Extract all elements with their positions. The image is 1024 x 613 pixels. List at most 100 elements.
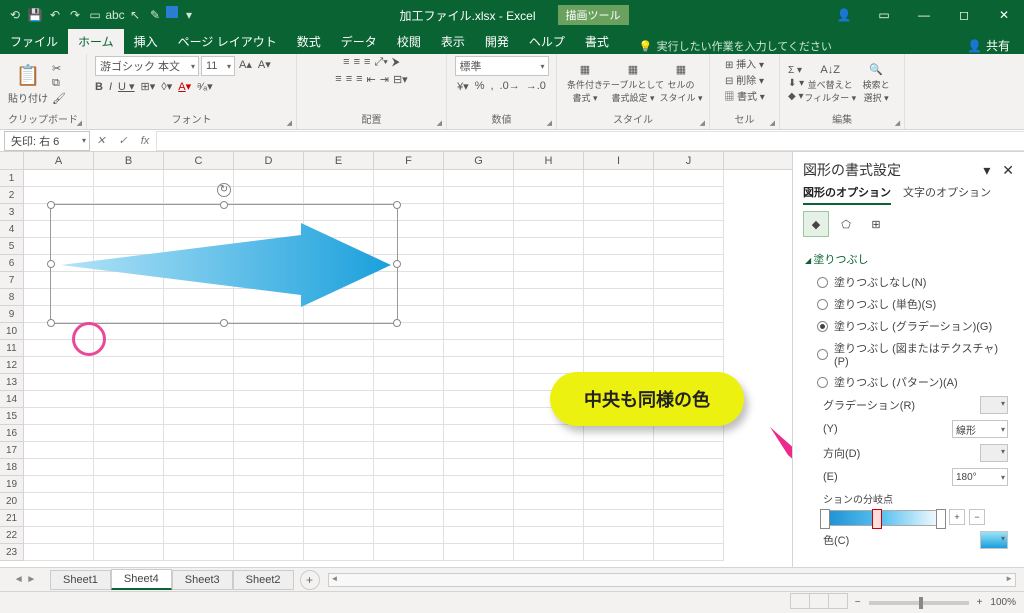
sheet-tab[interactable]: Sheet2 <box>233 570 294 590</box>
cell[interactable] <box>304 476 374 493</box>
cell[interactable] <box>234 340 304 357</box>
insert-cells-button[interactable]: ⊞ 挿入 ▾ <box>725 56 764 71</box>
cut-icon[interactable]: ✂ <box>52 62 66 75</box>
number-format-combo[interactable]: 標準 <box>455 56 549 76</box>
cell[interactable] <box>94 408 164 425</box>
cell[interactable] <box>444 425 514 442</box>
cell[interactable] <box>94 442 164 459</box>
cell[interactable] <box>584 306 654 323</box>
col-header[interactable]: I <box>584 152 654 169</box>
fill-gradient-radio[interactable]: 塗りつぶし (グラデーション)(G) <box>805 315 1012 337</box>
arrow-shape[interactable] <box>61 223 391 307</box>
cell[interactable] <box>514 493 584 510</box>
cell[interactable] <box>304 340 374 357</box>
cell[interactable] <box>444 323 514 340</box>
cell[interactable] <box>654 442 724 459</box>
cell[interactable] <box>584 272 654 289</box>
orientation-icon[interactable]: ⤢▾ <box>374 56 387 69</box>
cell[interactable] <box>234 357 304 374</box>
fx-icon[interactable]: fx <box>134 135 156 147</box>
cell[interactable] <box>654 476 724 493</box>
dec-dec-icon[interactable]: →.0 <box>526 80 546 93</box>
row-header[interactable]: 18 <box>0 459 24 476</box>
tab-dev[interactable]: 開発 <box>475 29 519 54</box>
cell[interactable] <box>164 527 234 544</box>
row-header[interactable]: 8 <box>0 289 24 306</box>
cell[interactable] <box>234 408 304 425</box>
painter-icon[interactable]: 🖌 <box>52 92 66 105</box>
grow-font-icon[interactable]: A▴ <box>237 56 254 76</box>
fill-down-icon[interactable]: ⬇ ▾ <box>788 78 804 89</box>
row-header[interactable]: 22 <box>0 527 24 544</box>
cell[interactable] <box>24 544 94 561</box>
row-header[interactable]: 2 <box>0 187 24 204</box>
cell[interactable] <box>234 442 304 459</box>
horizontal-scrollbar[interactable] <box>328 573 1017 587</box>
tab-layout[interactable]: ページ レイアウト <box>168 29 287 54</box>
cell[interactable] <box>654 340 724 357</box>
row-header[interactable]: 15 <box>0 408 24 425</box>
save-icon[interactable]: 💾 <box>26 6 44 24</box>
cell[interactable] <box>654 544 724 561</box>
cell[interactable] <box>304 425 374 442</box>
cell[interactable] <box>234 170 304 187</box>
cell[interactable] <box>24 442 94 459</box>
cond-format-button[interactable]: ▦条件付き 書式 ▾ <box>565 63 605 104</box>
copy-icon[interactable]: ⧉ <box>52 77 66 90</box>
cell[interactable] <box>234 527 304 544</box>
tab-shape-options[interactable]: 図形のオプション <box>803 184 891 205</box>
cancel-fx-icon[interactable]: ✕ <box>90 134 112 147</box>
cell[interactable] <box>514 442 584 459</box>
cell[interactable] <box>374 408 444 425</box>
cell[interactable] <box>444 187 514 204</box>
cell[interactable] <box>94 476 164 493</box>
cell[interactable] <box>24 527 94 544</box>
cell[interactable] <box>374 544 444 561</box>
cell[interactable] <box>164 493 234 510</box>
cell[interactable] <box>514 459 584 476</box>
cell[interactable] <box>234 425 304 442</box>
tab-insert[interactable]: 挿入 <box>124 29 168 54</box>
row-header[interactable]: 20 <box>0 493 24 510</box>
row-header[interactable]: 13 <box>0 374 24 391</box>
font-size-combo[interactable]: 11 <box>201 56 235 76</box>
cell[interactable] <box>514 255 584 272</box>
pointer-icon[interactable]: ↖ <box>126 6 144 24</box>
row-header[interactable]: 16 <box>0 425 24 442</box>
autosum-icon[interactable]: Σ ▾ <box>788 65 804 76</box>
remove-stop-button[interactable]: − <box>969 509 985 525</box>
formula-input[interactable] <box>156 131 1024 151</box>
cell[interactable] <box>654 425 724 442</box>
cell[interactable] <box>304 187 374 204</box>
undo-icon[interactable]: ↶ <box>46 6 64 24</box>
cell[interactable] <box>374 391 444 408</box>
row-header[interactable]: 9 <box>0 306 24 323</box>
cell[interactable] <box>94 391 164 408</box>
row-header[interactable]: 6 <box>0 255 24 272</box>
cell[interactable] <box>444 476 514 493</box>
new-sheet-button[interactable]: + <box>300 570 320 590</box>
fill-none-radio[interactable]: 塗りつぶしなし(N) <box>805 271 1012 293</box>
cell[interactable] <box>444 170 514 187</box>
find-select-button[interactable]: 🔍検索と 選択 ▾ <box>856 63 896 104</box>
row-header[interactable]: 4 <box>0 221 24 238</box>
row-header[interactable]: 23 <box>0 544 24 561</box>
gradient-stop-selected[interactable] <box>872 509 882 529</box>
row-header[interactable]: 7 <box>0 272 24 289</box>
cell[interactable] <box>24 170 94 187</box>
maximize-icon[interactable]: ◻ <box>944 0 984 30</box>
cell[interactable] <box>374 510 444 527</box>
cell[interactable] <box>304 357 374 374</box>
qat-icon[interactable]: ▭ <box>86 6 104 24</box>
cell[interactable] <box>164 374 234 391</box>
indent-inc-icon[interactable]: ⇥ <box>380 73 389 86</box>
cell[interactable] <box>654 510 724 527</box>
cell[interactable] <box>304 323 374 340</box>
cell[interactable] <box>654 493 724 510</box>
table-format-button[interactable]: ▦テーブルとして 書式設定 ▾ <box>613 63 653 104</box>
brush-icon[interactable]: ✎ <box>146 6 164 24</box>
zoom-out-icon[interactable]: − <box>855 597 861 608</box>
cell[interactable] <box>234 323 304 340</box>
cell[interactable] <box>374 357 444 374</box>
row-header[interactable]: 17 <box>0 442 24 459</box>
